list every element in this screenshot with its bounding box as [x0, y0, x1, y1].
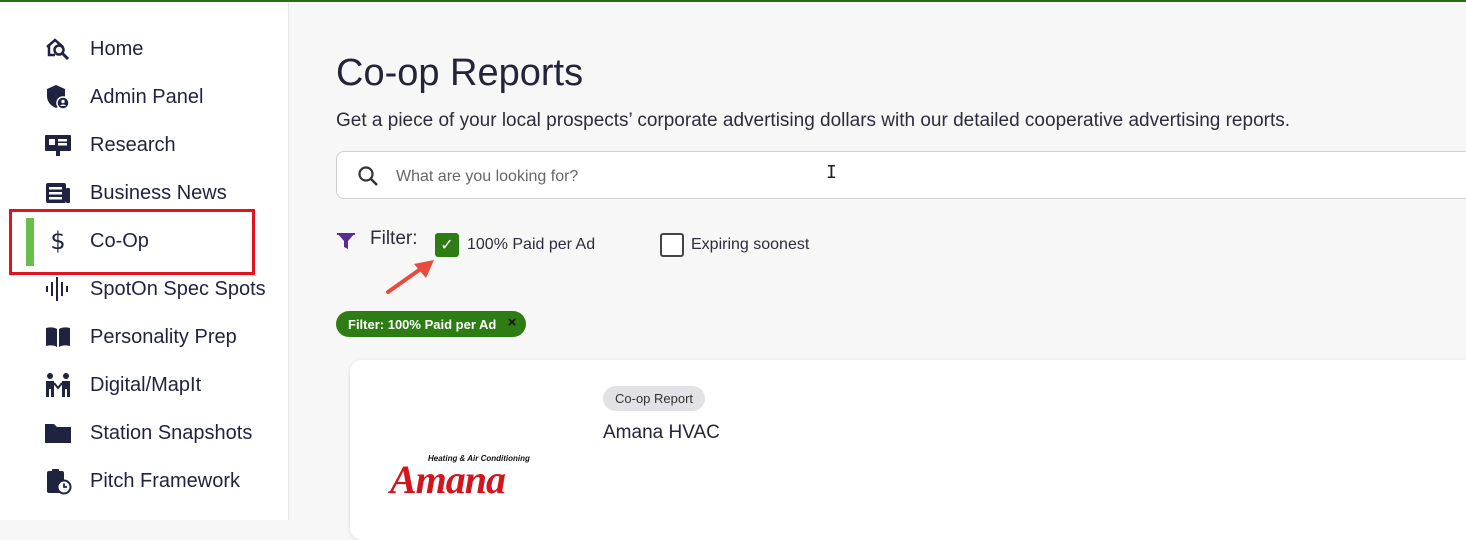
sidebar-item-digital-mapit[interactable]: Digital/MapIt [0, 365, 288, 405]
text-cursor-icon: I [826, 162, 837, 183]
sidebar-item-station-snapshots[interactable]: Station Snapshots [0, 413, 288, 453]
active-filter-chip[interactable]: Filter: 100% Paid per Ad × [336, 311, 527, 337]
highlight-box [9, 209, 255, 275]
sidebar-item-home[interactable]: Home [0, 29, 288, 69]
filter-100-paid-checkbox[interactable]: ✓ [435, 233, 459, 257]
presentation-icon [44, 131, 72, 159]
open-book-icon [44, 323, 72, 351]
sidebar-item-label: Personality Prep [90, 325, 237, 348]
filter-icon [337, 233, 355, 249]
people-icon [44, 371, 72, 399]
sidebar-item-label: SpotOn Spec Spots [90, 277, 266, 300]
home-search-icon [44, 35, 72, 63]
amana-logo: Heating & Air Conditioning Amana [390, 452, 550, 502]
search-bar[interactable] [336, 151, 1466, 199]
filter-expiring-checkbox[interactable] [660, 233, 684, 257]
page-subtitle: Get a piece of your local prospects’ cor… [336, 110, 1291, 131]
chip-label: Filter: 100% Paid per Ad [348, 316, 497, 332]
sidebar-item-label: Admin Panel [90, 85, 204, 108]
sidebar-item-research[interactable]: Research [0, 125, 288, 165]
filter-label: Filter: [370, 228, 418, 249]
filter-expiring-label[interactable]: Expiring soonest [691, 236, 809, 254]
sidebar-item-label: Business News [90, 181, 227, 204]
sidebar-item-pitch-framework[interactable]: Pitch Framework [0, 461, 288, 501]
sidebar: Home Admin Panel Research Business News … [0, 2, 289, 520]
page-title: Co-op Reports [336, 52, 584, 94]
sidebar-item-personality-prep[interactable]: Personality Prep [0, 317, 288, 357]
sidebar-item-admin-panel[interactable]: Admin Panel [0, 77, 288, 117]
annotation-arrow-icon [386, 260, 434, 294]
close-icon[interactable]: × [508, 314, 517, 331]
search-input[interactable] [394, 162, 1098, 192]
folder-icon [44, 419, 72, 447]
clipboard-clock-icon [44, 467, 72, 495]
check-icon: ✓ [440, 237, 454, 254]
sidebar-item-label: Digital/MapIt [90, 373, 202, 396]
sidebar-item-label: Home [90, 37, 144, 60]
filter-100-paid-label[interactable]: 100% Paid per Ad [467, 236, 595, 254]
shield-user-icon [44, 83, 72, 111]
report-card[interactable]: Heating & Air Conditioning Amana Co-op R… [350, 360, 1466, 540]
soundwave-icon [44, 275, 72, 303]
report-title[interactable]: Amana HVAC [603, 422, 720, 444]
newspaper-icon [44, 179, 72, 207]
sidebar-item-label: Station Snapshots [90, 421, 253, 444]
sidebar-item-business-news[interactable]: Business News [0, 173, 288, 213]
report-type-badge: Co-op Report [603, 386, 706, 411]
logo-wordmark: Amana [390, 457, 506, 502]
sidebar-item-spoton-spec-spots[interactable]: SpotOn Spec Spots [0, 269, 288, 309]
sidebar-item-label: Pitch Framework [90, 469, 241, 492]
search-icon [358, 166, 378, 186]
sidebar-item-label: Research [90, 133, 176, 156]
